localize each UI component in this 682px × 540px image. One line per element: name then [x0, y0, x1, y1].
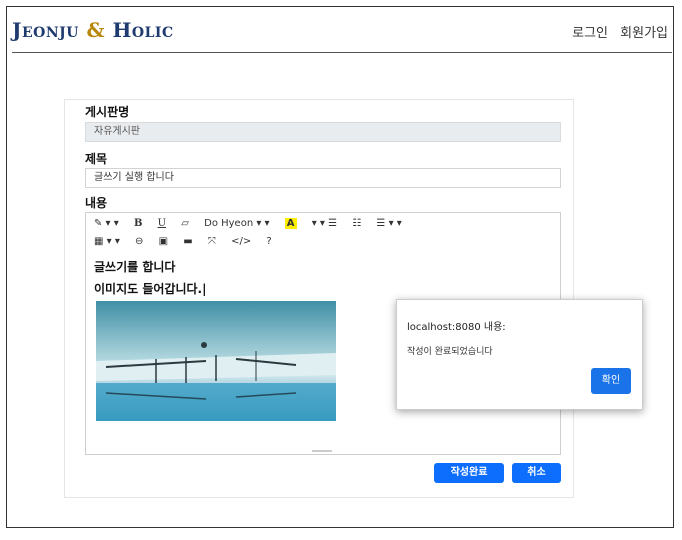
help-icon[interactable]: ? — [266, 236, 271, 247]
cancel-button[interactable]: 취소 — [512, 463, 561, 483]
header-divider — [12, 52, 672, 53]
editor-toolbar-row1: ✎ ▾ ▾ B U ▱ Do Hyeon ▾ ▾ A ▾ ▾ ☰ ☷ ☰ ▾ ▾ — [94, 218, 414, 229]
underline-button[interactable]: U — [158, 218, 166, 229]
title-label: 제목 — [85, 152, 108, 166]
pool-photo-illustration — [96, 301, 336, 421]
link-icon[interactable]: ⊖ — [135, 236, 143, 247]
brand-letter-j: J — [12, 18, 22, 42]
title-input[interactable]: 글쓰기 실행 합니다 — [85, 168, 561, 188]
ordered-list-icon[interactable]: ☷ — [352, 218, 361, 229]
font-color-button[interactable]: A — [284, 218, 297, 229]
fullscreen-icon[interactable]: ⤧ — [208, 236, 216, 247]
eraser-icon[interactable]: ▱ — [181, 218, 189, 229]
picture-icon[interactable]: ▣ — [159, 236, 168, 247]
brand-ampersand: & — [86, 18, 105, 42]
table-icon[interactable]: ▦ ▾ ▾ — [94, 236, 120, 247]
dialog-ok-button[interactable]: 확인 — [591, 368, 631, 394]
top-nav: 로그인 회원가입 — [564, 22, 668, 41]
brand-logo[interactable]: JEONJU & HOLIC — [12, 18, 174, 42]
board-label: 게시판명 — [85, 105, 130, 119]
editor-resize-handle[interactable] — [312, 450, 332, 452]
paragraph-align-dropdown[interactable]: ☰ ▾ ▾ — [376, 218, 401, 229]
dialog-message: 작성이 완료되었습니다 — [407, 347, 493, 357]
video-icon[interactable]: ▬ — [183, 236, 192, 247]
code-view-icon[interactable]: </> — [231, 236, 251, 247]
dialog-title: localhost:8080 내용: — [407, 322, 506, 333]
unordered-list-icon[interactable]: ▾ ▾ ☰ — [312, 218, 337, 229]
login-link[interactable]: 로그인 — [572, 26, 608, 41]
submit-button[interactable]: 작성완료 — [434, 463, 504, 483]
alert-dialog: localhost:8080 내용: 작성이 완료되었습니다 확인 — [396, 299, 643, 410]
content-label: 내용 — [85, 196, 108, 210]
brand-letter-h: H — [112, 18, 132, 42]
signup-link[interactable]: 회원가입 — [620, 26, 668, 41]
brand-word-eonju: EONJU — [21, 25, 79, 41]
font-family-dropdown[interactable]: Do Hyeon ▾ ▾ — [204, 218, 269, 229]
magic-icon[interactable]: ✎ ▾ ▾ — [94, 218, 119, 229]
content-line-1: 글쓰기를 합니다 — [94, 260, 176, 274]
board-name-field: 자유게시판 — [85, 122, 561, 142]
content-line-2: 이미지도 들어갑니다.| — [94, 282, 207, 296]
brand-word-olic: OLIC — [131, 25, 174, 41]
bold-button[interactable]: B — [134, 218, 142, 229]
inserted-image[interactable] — [96, 301, 336, 421]
editor-toolbar-row2: ▦ ▾ ▾ ⊖ ▣ ▬ ⤧ </> ? — [94, 236, 284, 247]
